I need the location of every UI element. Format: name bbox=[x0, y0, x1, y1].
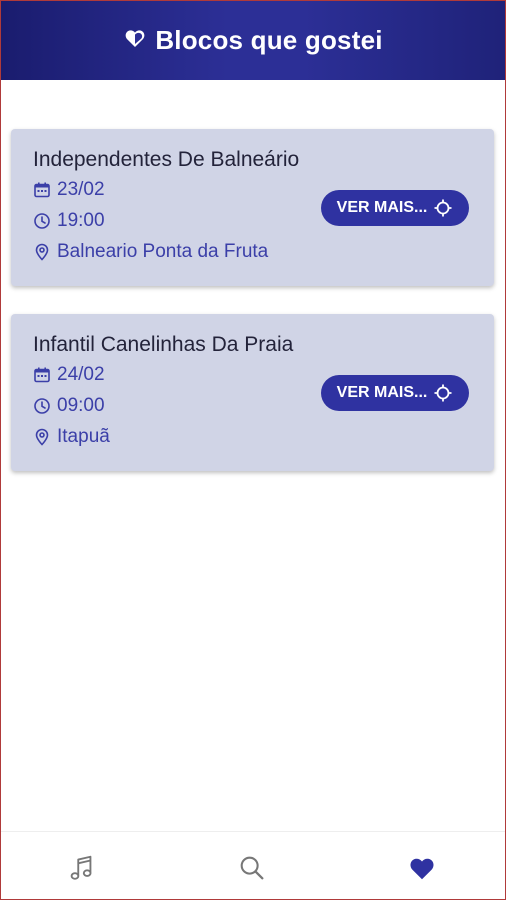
bottom-navigation bbox=[0, 831, 506, 900]
nav-music-tab[interactable] bbox=[66, 854, 98, 886]
header-title-wrap: Blocos que gostei bbox=[123, 25, 382, 56]
clock-icon bbox=[33, 397, 51, 415]
location-pin-icon bbox=[33, 243, 51, 261]
heart-icon bbox=[407, 853, 437, 888]
bloco-name: Infantil Canelinhas Da Praia bbox=[33, 333, 294, 356]
bloco-card[interactable]: Independentes De Balneário 23/02 19:00 B… bbox=[11, 129, 494, 286]
bloco-time: 09:00 bbox=[57, 395, 105, 416]
bloco-date: 23/02 bbox=[57, 179, 105, 200]
app-header: Blocos que gostei bbox=[0, 0, 506, 80]
bloco-card[interactable]: Infantil Canelinhas Da Praia 24/02 09:00 bbox=[11, 314, 494, 471]
heart-outline-icon bbox=[123, 26, 147, 50]
crosshair-icon bbox=[433, 383, 453, 403]
bloco-time-row: 19:00 bbox=[33, 210, 105, 232]
ver-mais-button[interactable]: VER MAIS... bbox=[321, 375, 469, 411]
bloco-place-row: Balneario Ponta da Fruta bbox=[33, 241, 268, 263]
bloco-date-row: 23/02 bbox=[33, 179, 105, 201]
bloco-date-row: 24/02 bbox=[33, 364, 105, 386]
crosshair-icon bbox=[433, 198, 453, 218]
location-pin-icon bbox=[33, 428, 51, 446]
nav-favorites-tab[interactable] bbox=[406, 854, 438, 886]
ver-mais-button[interactable]: VER MAIS... bbox=[321, 190, 469, 226]
bloco-place: Itapuã bbox=[57, 426, 110, 447]
bloco-place-row: Itapuã bbox=[33, 426, 110, 448]
bloco-time-row: 09:00 bbox=[33, 395, 105, 417]
calendar-icon bbox=[33, 181, 51, 199]
ver-mais-label: VER MAIS... bbox=[336, 384, 428, 401]
ver-mais-label: VER MAIS... bbox=[336, 199, 428, 216]
calendar-icon bbox=[33, 366, 51, 384]
page-title: Blocos que gostei bbox=[155, 24, 383, 55]
bloco-place: Balneario Ponta da Fruta bbox=[57, 241, 269, 262]
nav-search-tab[interactable] bbox=[236, 854, 268, 886]
music-note-icon bbox=[67, 853, 97, 888]
bloco-date: 24/02 bbox=[57, 364, 105, 385]
bloco-name: Independentes De Balneário bbox=[33, 148, 300, 171]
clock-icon bbox=[33, 212, 51, 230]
search-icon bbox=[237, 853, 267, 888]
bloco-time: 19:00 bbox=[57, 210, 105, 231]
